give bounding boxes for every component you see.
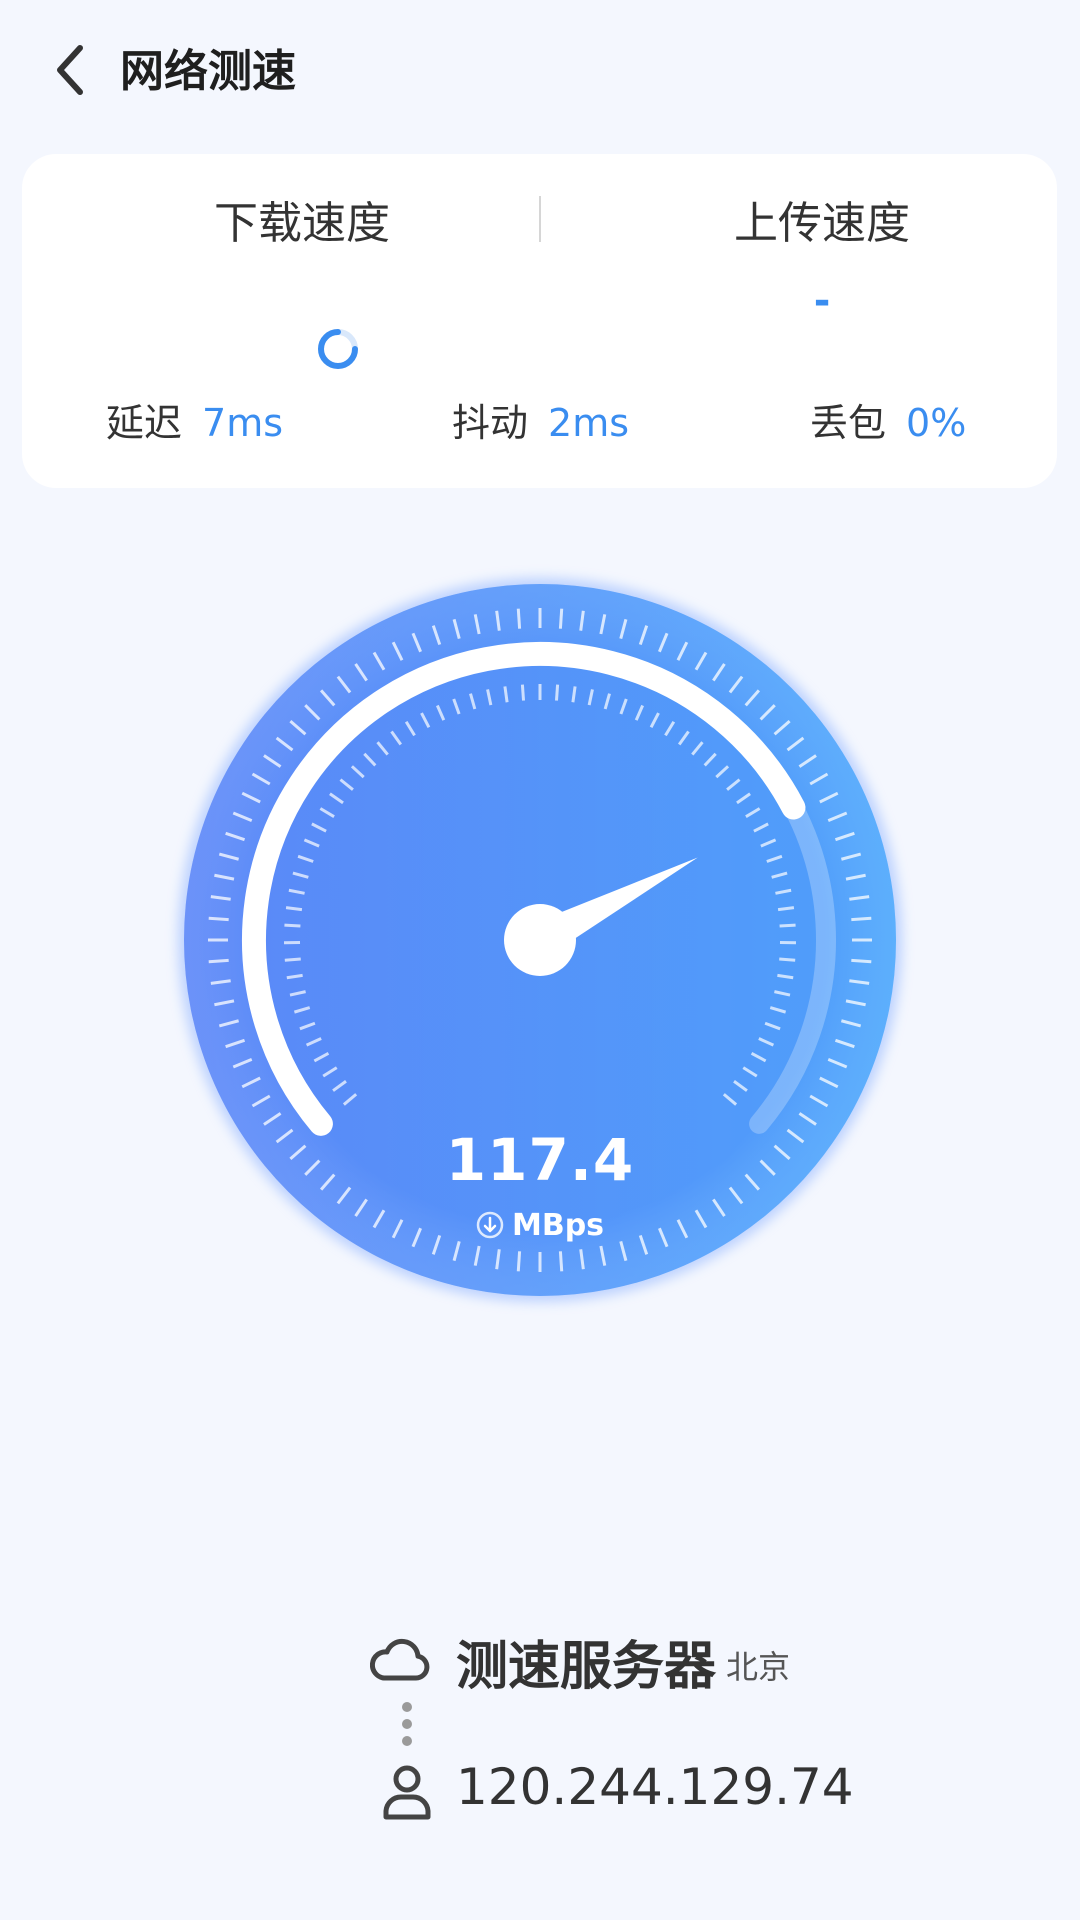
- server-title: 测速服务器: [456, 1637, 717, 1697]
- packet-loss-value: 0%: [906, 401, 967, 445]
- speed-stats-card: 下载速度 上传速度 - 延迟 7ms 抖动 2ms 丢包 0%: [22, 154, 1057, 488]
- connector-dots: [402, 1702, 412, 1746]
- column-divider: [539, 196, 541, 242]
- packet-loss-label: 丢包: [810, 401, 887, 445]
- top-bar: 网络测速: [0, 0, 1080, 140]
- jitter-value: 2ms: [548, 401, 630, 445]
- user-icon: [383, 1765, 431, 1820]
- speed-value: 117.4: [445, 1126, 635, 1194]
- speed-unit: MBps: [160, 1208, 920, 1243]
- speed-gauge: 117.4 MBps: [160, 560, 920, 1320]
- jitter-metric: 抖动 2ms: [452, 398, 629, 448]
- outer-tick: [851, 916, 872, 922]
- jitter-label: 抖动: [452, 401, 529, 445]
- inner-tick: [554, 684, 560, 701]
- latency-metric: 延迟 7ms: [106, 398, 283, 448]
- outer-tick: [558, 608, 564, 629]
- speed-unit-label: MBps: [511, 1208, 605, 1243]
- loading-spinner-icon: [318, 329, 358, 369]
- inner-tick: [779, 923, 796, 928]
- inner-tick: [284, 957, 301, 962]
- upload-column: 上传速度 -: [602, 194, 1042, 324]
- back-chevron-icon: [57, 45, 83, 95]
- inner-tick: [777, 906, 795, 912]
- latency-label: 延迟: [106, 401, 183, 445]
- packet-loss-metric: 丢包 0%: [810, 398, 966, 448]
- download-label: 下载速度: [214, 198, 390, 249]
- cloud-icon: [370, 1638, 430, 1681]
- latency-value: 7ms: [202, 401, 284, 445]
- outer-tick: [208, 916, 229, 922]
- inner-tick: [779, 957, 796, 962]
- outer-tick: [851, 958, 872, 964]
- upload-label: 上传速度: [734, 198, 910, 249]
- client-ip: 120.244.129.74: [456, 1758, 854, 1816]
- outer-tick: [516, 608, 522, 629]
- gauge-dial: [178, 578, 902, 1302]
- back-button[interactable]: [30, 30, 110, 110]
- inner-tick: [520, 684, 526, 701]
- outer-tick: [516, 1251, 522, 1272]
- inner-tick: [285, 906, 303, 912]
- server-city: 北京: [726, 1648, 791, 1686]
- download-column: 下载速度: [82, 194, 522, 369]
- upload-value: -: [813, 278, 831, 324]
- inner-tick: [284, 923, 301, 928]
- page-title: 网络测速: [120, 46, 296, 97]
- outer-tick: [208, 958, 229, 964]
- download-arrow-icon: [476, 1211, 504, 1239]
- outer-tick: [558, 1251, 564, 1272]
